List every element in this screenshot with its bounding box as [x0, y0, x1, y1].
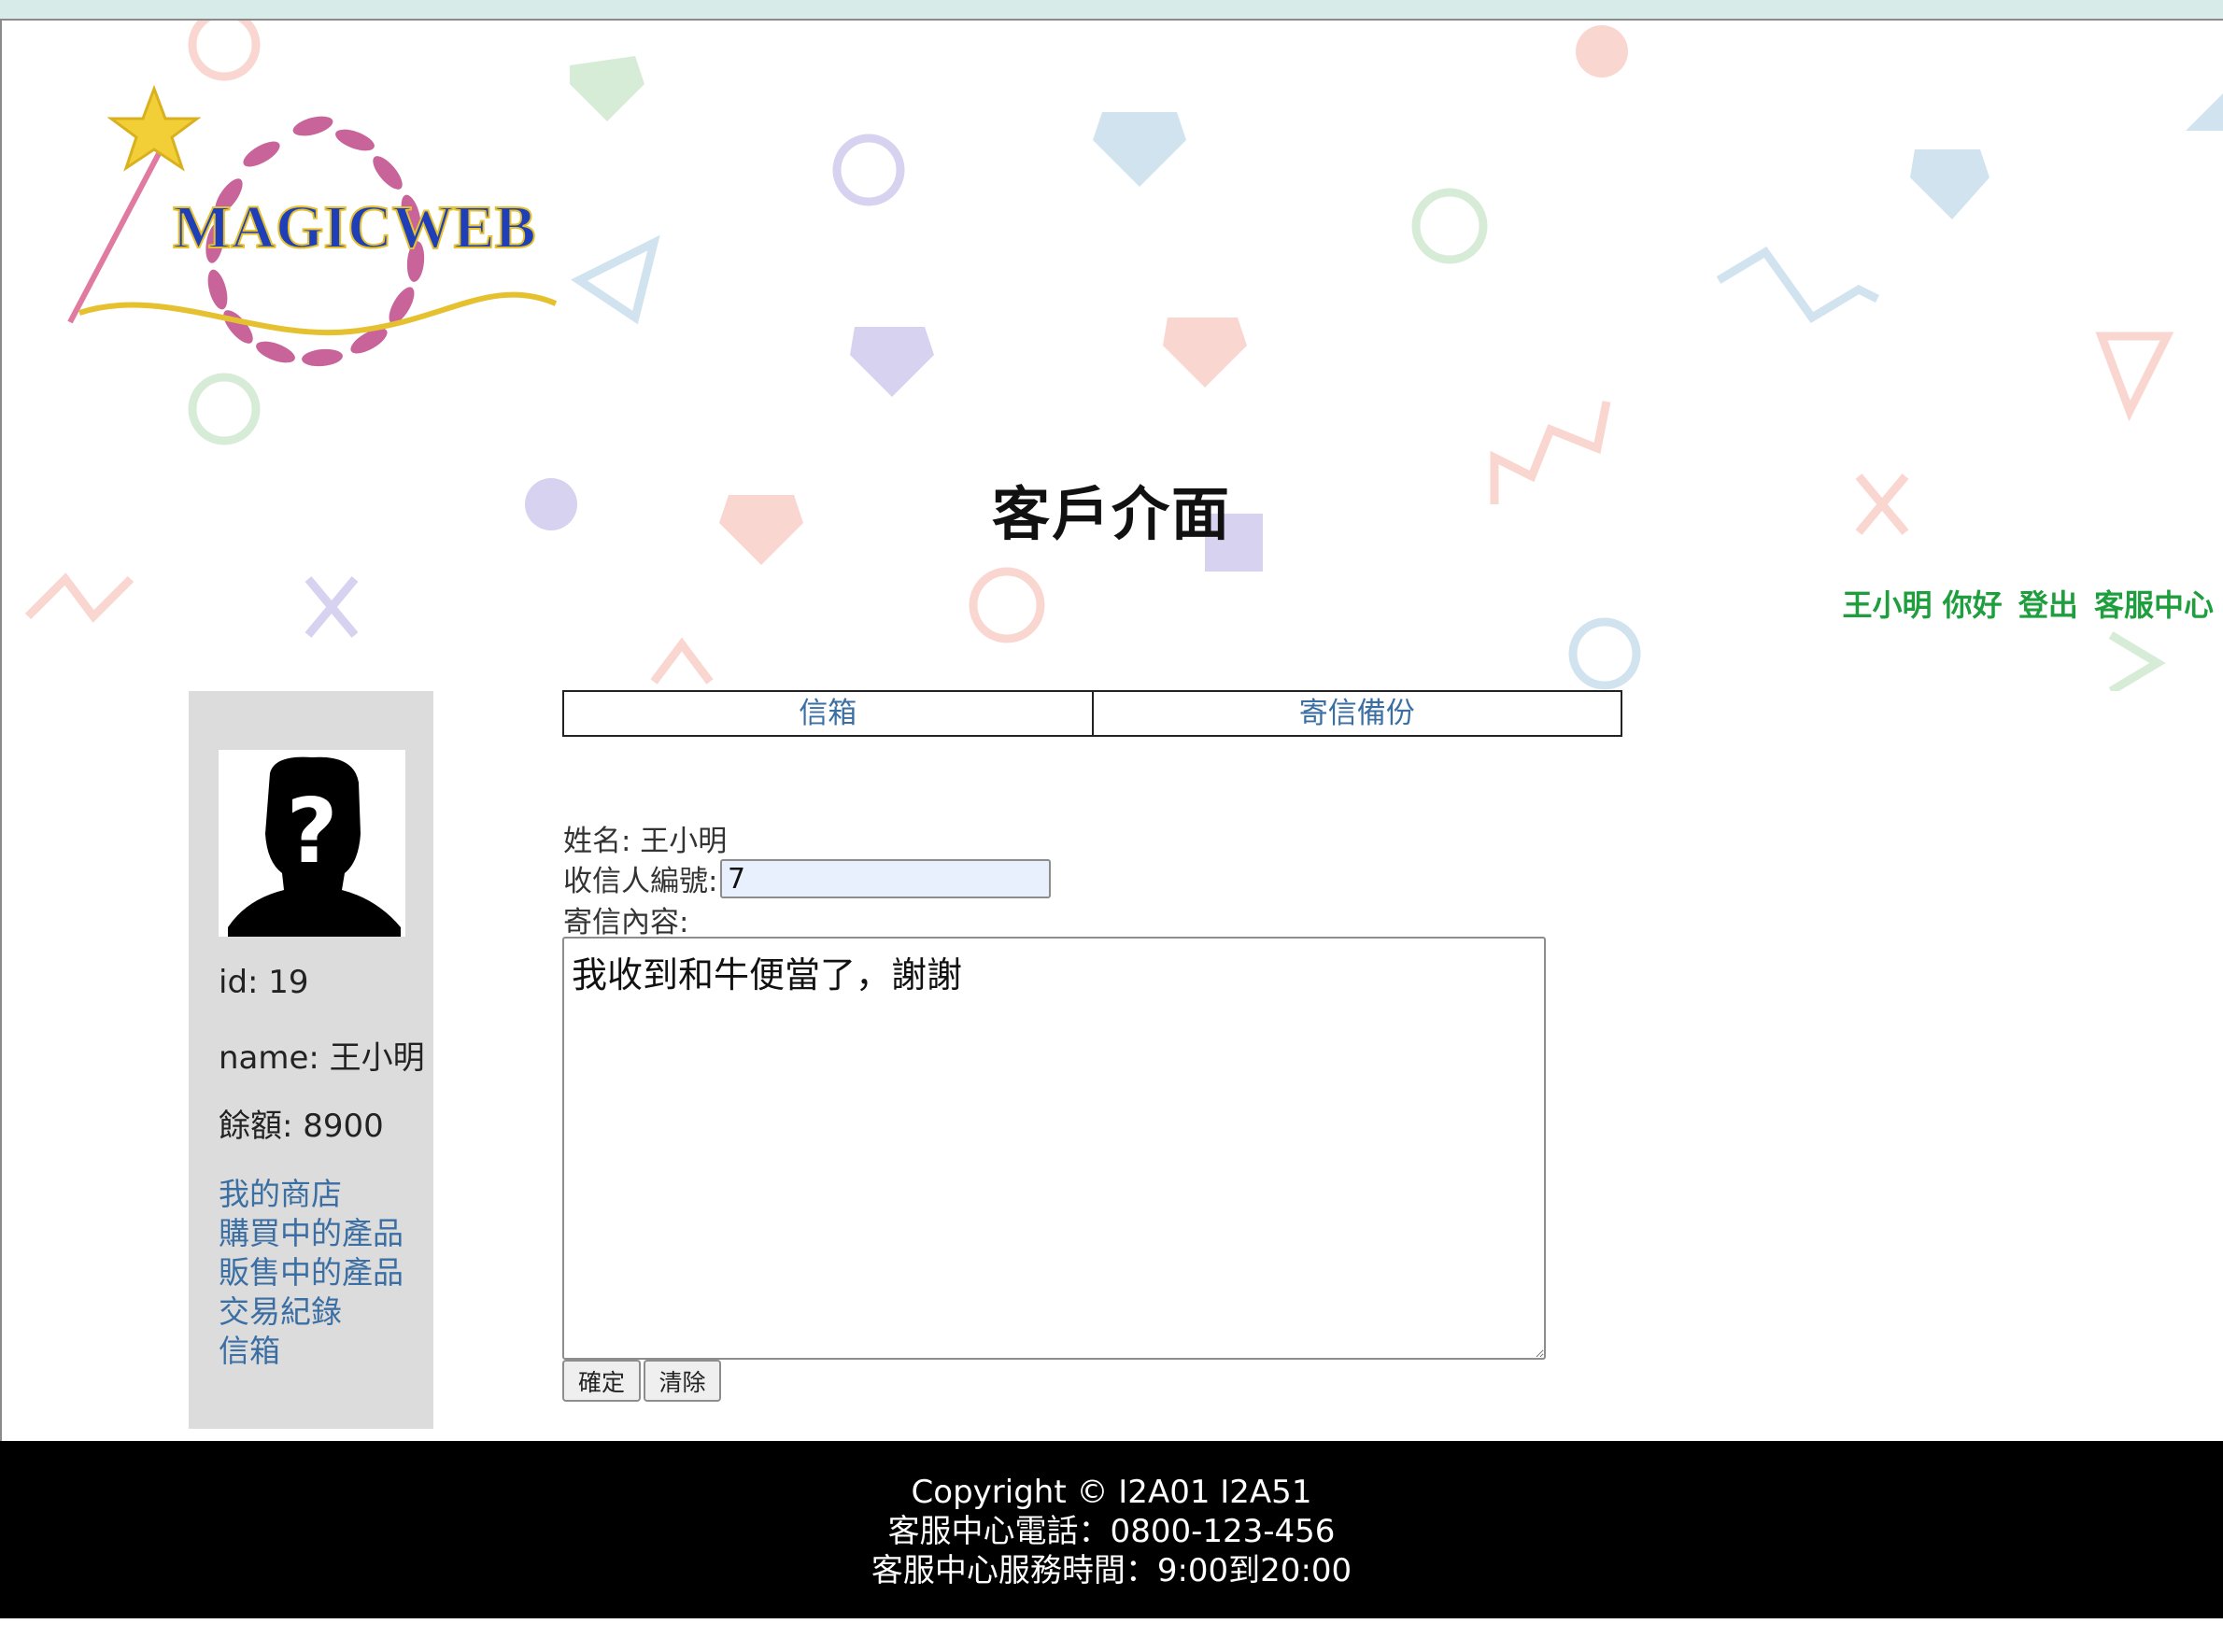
mail-tabs: 信箱 寄信備份: [562, 690, 1622, 737]
support-center-link[interactable]: 客服中心: [2094, 587, 2214, 623]
magicweb-logo[interactable]: MAGICWEB: [51, 61, 574, 416]
clear-button[interactable]: 清除: [644, 1360, 721, 1402]
browser-top-strip: [0, 0, 2223, 19]
tab-sent-backup[interactable]: 寄信備份: [1091, 692, 1621, 735]
user-id-text: id: 19: [219, 964, 309, 1001]
sidebar-item-mailbox[interactable]: 信箱: [219, 1332, 404, 1371]
message-content-textarea[interactable]: 我收到和牛便當了，謝謝: [562, 937, 1546, 1360]
logout-link[interactable]: 登出: [2018, 587, 2078, 623]
logo-wordmark: MAGICWEB: [173, 193, 536, 261]
sidebar-item-selling-products[interactable]: 販售中的產品: [219, 1253, 404, 1292]
user-links: 王小明 你好 登出 客服中心: [1837, 582, 2214, 625]
footer-hours: 客服中心服務時間：9:00到20:00: [871, 1552, 1352, 1589]
footer-copyright: Copyright © I2A01 I2A51: [911, 1474, 1312, 1511]
sender-name-text: 姓名: 王小明: [563, 825, 728, 858]
balance-text: 餘額: 8900: [219, 1108, 384, 1145]
sidebar: ? id: 19 name: 王小明 餘額: 8900 我的商店 購買中的產品 …: [189, 691, 433, 1429]
sidebar-menu: 我的商店 購買中的產品 販售中的產品 交易紀錄 信箱: [219, 1175, 404, 1371]
unknown-user-avatar-icon: ?: [219, 750, 405, 937]
submit-button[interactable]: 確定: [562, 1360, 641, 1402]
tab-mailbox[interactable]: 信箱: [564, 692, 1092, 735]
footer: Copyright © I2A01 I2A51 客服中心電話：0800-123-…: [0, 1441, 2223, 1618]
sidebar-item-transaction-records[interactable]: 交易紀錄: [219, 1292, 404, 1332]
greeting-text: 王小明 你好: [1842, 587, 2003, 623]
recipient-id-label: 收信人編號:: [563, 865, 718, 898]
message-content-label: 寄信內容:: [563, 906, 689, 939]
user-name-text: name: 王小明: [219, 1039, 425, 1077]
sidebar-item-my-store[interactable]: 我的商店: [219, 1175, 404, 1214]
sidebar-item-buying-products[interactable]: 購買中的產品: [219, 1214, 404, 1253]
recipient-id-input[interactable]: [720, 859, 1051, 898]
footer-phone: 客服中心電話：0800-123-456: [887, 1513, 1336, 1550]
page-title: 客戶介面: [991, 480, 1231, 548]
svg-text:?: ?: [286, 781, 337, 883]
